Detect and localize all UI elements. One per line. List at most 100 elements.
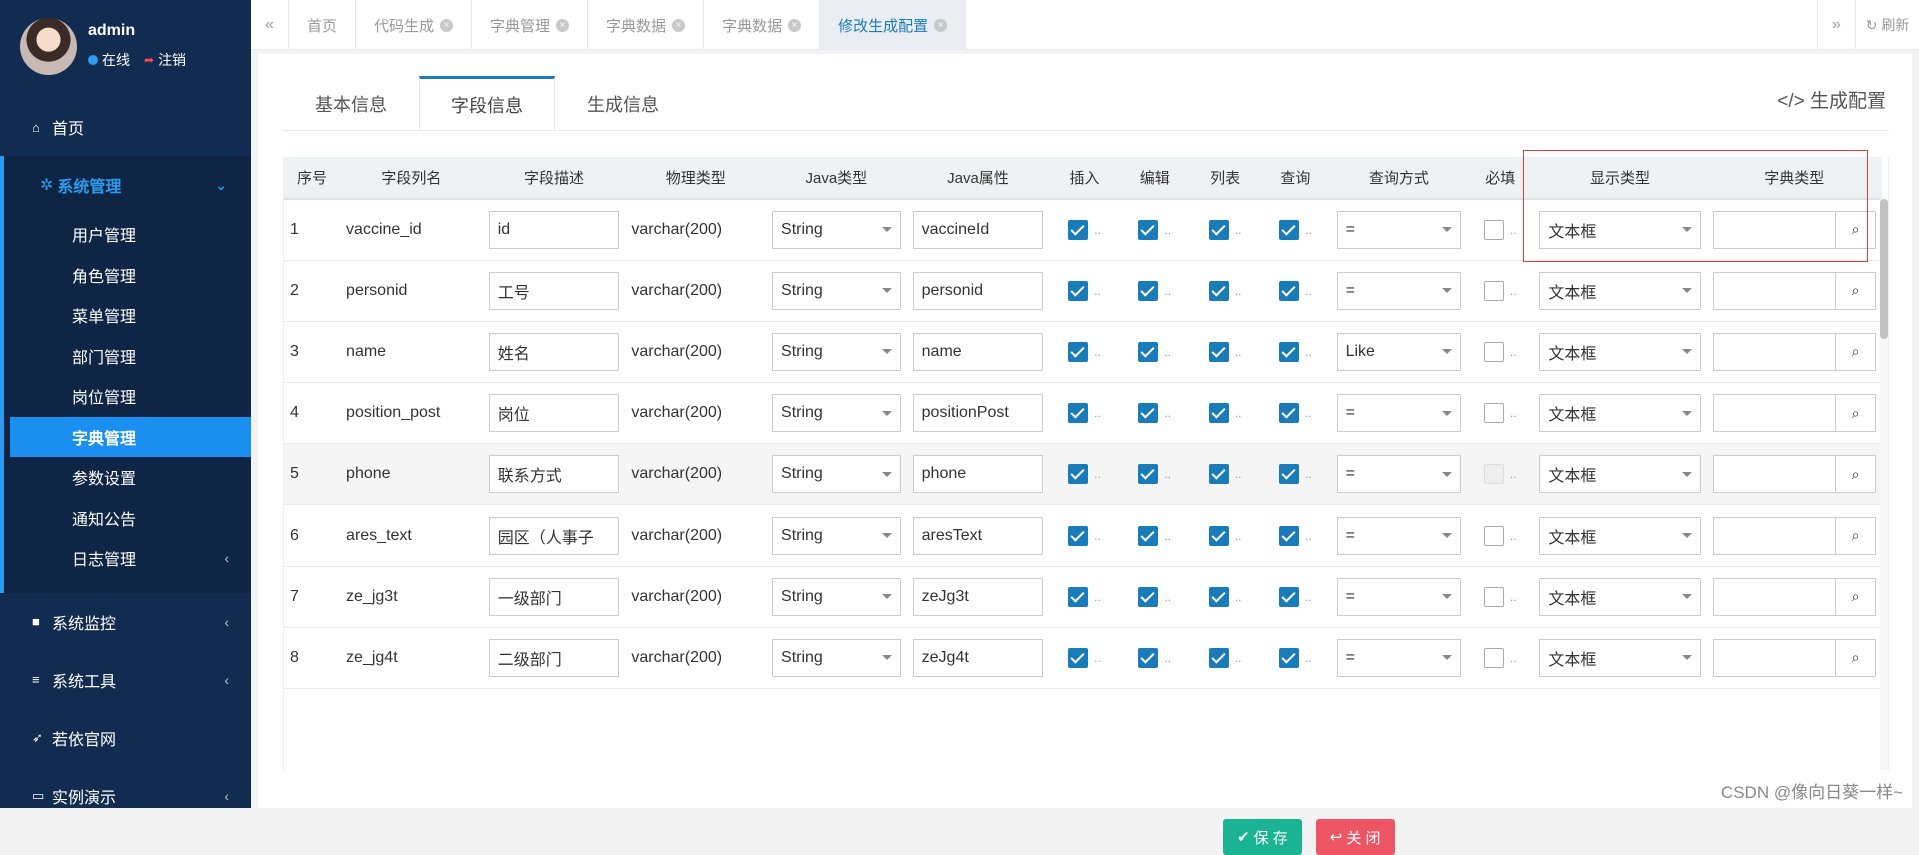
- checkbox[interactable]: [1138, 586, 1159, 607]
- field-desc-input[interactable]: 姓名: [488, 332, 620, 371]
- checkbox[interactable]: [1138, 280, 1159, 301]
- checkbox[interactable]: [1279, 525, 1300, 546]
- close-icon[interactable]: ×: [934, 18, 948, 32]
- tabs-backward-icon[interactable]: «: [251, 0, 289, 50]
- java-attr-input[interactable]: aresText: [912, 516, 1044, 555]
- sidebar-item-user[interactable]: 用户管理: [4, 214, 251, 255]
- query-type-select[interactable]: =: [1336, 577, 1462, 616]
- checkbox[interactable]: [1208, 341, 1229, 362]
- table-scroll-thumb[interactable]: [1880, 199, 1888, 339]
- checkbox[interactable]: [1068, 525, 1089, 546]
- checkbox[interactable]: [1483, 464, 1504, 485]
- nav-home[interactable]: ⌂ 首页: [0, 98, 251, 156]
- checkbox[interactable]: [1208, 280, 1229, 301]
- dict-type-input[interactable]: [1712, 455, 1836, 494]
- checkbox[interactable]: [1138, 647, 1159, 668]
- sidebar-item-log[interactable]: 日志管理 ‹: [4, 538, 251, 579]
- checkbox[interactable]: [1068, 341, 1089, 362]
- sidebar-item-notice[interactable]: 通知公告: [4, 498, 251, 539]
- java-type-select[interactable]: String: [772, 332, 901, 371]
- field-desc-input[interactable]: 二级部门: [488, 638, 620, 677]
- checkbox[interactable]: [1483, 280, 1504, 301]
- sidebar-item-post[interactable]: 岗位管理: [4, 376, 251, 417]
- search-icon[interactable]: ⌕: [1836, 577, 1876, 616]
- logout-link[interactable]: 注销: [158, 50, 186, 70]
- tab-basic-info[interactable]: 基本信息: [283, 76, 419, 131]
- logout-icon[interactable]: ➦: [144, 53, 154, 67]
- java-type-select[interactable]: String: [772, 210, 901, 249]
- checkbox[interactable]: [1279, 464, 1300, 485]
- sidebar-item-config[interactable]: 参数设置: [4, 457, 251, 498]
- dict-type-input[interactable]: [1712, 638, 1836, 677]
- checkbox[interactable]: [1483, 647, 1504, 668]
- field-desc-input[interactable]: 工号: [488, 271, 620, 310]
- query-type-select[interactable]: =: [1336, 210, 1462, 249]
- page-tab-home[interactable]: 首页: [289, 0, 357, 50]
- display-type-select[interactable]: 文本框: [1539, 332, 1701, 371]
- display-type-select[interactable]: 文本框: [1539, 516, 1701, 555]
- field-desc-input[interactable]: 一级部门: [488, 577, 620, 616]
- checkbox[interactable]: [1068, 219, 1089, 240]
- query-type-select[interactable]: =: [1336, 394, 1462, 433]
- java-type-select[interactable]: String: [772, 638, 901, 677]
- checkbox[interactable]: [1279, 403, 1300, 424]
- page-tab-gen[interactable]: 代码生成 ×: [356, 0, 473, 50]
- nav-system[interactable]: ✲ 系统管理 ⌄: [4, 156, 251, 214]
- checkbox[interactable]: [1279, 341, 1300, 362]
- checkbox[interactable]: [1208, 219, 1229, 240]
- java-type-select[interactable]: String: [772, 271, 901, 310]
- nav-site[interactable]: ➶ 若依官网: [0, 709, 251, 767]
- dict-type-input[interactable]: [1712, 516, 1836, 555]
- page-tab-dictdata-2[interactable]: 字典数据 ×: [704, 0, 821, 50]
- nav-demo[interactable]: ▭ 实例演示 ‹: [0, 767, 251, 825]
- java-attr-input[interactable]: zeJg3t: [912, 577, 1044, 616]
- nav-monitor[interactable]: ■ 系统监控 ‹: [0, 593, 251, 651]
- checkbox[interactable]: [1483, 403, 1504, 424]
- checkbox[interactable]: [1138, 464, 1159, 485]
- sidebar-item-role[interactable]: 角色管理: [4, 255, 251, 296]
- checkbox[interactable]: [1208, 586, 1229, 607]
- close-icon[interactable]: ×: [556, 18, 570, 32]
- checkbox[interactable]: [1068, 647, 1089, 668]
- search-icon[interactable]: ⌕: [1836, 210, 1876, 249]
- close-icon[interactable]: ×: [672, 18, 686, 32]
- checkbox[interactable]: [1279, 219, 1300, 240]
- checkbox[interactable]: [1208, 464, 1229, 485]
- field-desc-input[interactable]: 岗位: [488, 394, 620, 433]
- java-type-select[interactable]: String: [772, 455, 901, 494]
- nav-tools[interactable]: ≡ 系统工具 ‹: [0, 651, 251, 709]
- checkbox[interactable]: [1279, 280, 1300, 301]
- java-attr-input[interactable]: name: [912, 332, 1044, 371]
- checkbox[interactable]: [1483, 219, 1504, 240]
- page-tab-dict[interactable]: 字典管理 ×: [472, 0, 589, 50]
- search-icon[interactable]: ⌕: [1836, 271, 1876, 310]
- tabs-forward-icon[interactable]: »: [1817, 0, 1855, 50]
- java-type-select[interactable]: String: [772, 516, 901, 555]
- display-type-select[interactable]: 文本框: [1539, 394, 1701, 433]
- generate-config-button[interactable]: </> 生成配置: [1777, 86, 1886, 113]
- checkbox[interactable]: [1068, 586, 1089, 607]
- checkbox[interactable]: [1138, 525, 1159, 546]
- dict-type-input[interactable]: [1712, 332, 1836, 371]
- checkbox[interactable]: [1068, 280, 1089, 301]
- page-tab-edit-gen[interactable]: 修改生成配置 ×: [820, 0, 967, 50]
- checkbox[interactable]: [1483, 341, 1504, 362]
- tab-gen-info[interactable]: 生成信息: [555, 76, 691, 131]
- page-tab-dictdata-1[interactable]: 字典数据 ×: [588, 0, 705, 50]
- java-type-select[interactable]: String: [772, 577, 901, 616]
- search-icon[interactable]: ⌕: [1836, 394, 1876, 433]
- display-type-select[interactable]: 文本框: [1539, 577, 1701, 616]
- search-icon[interactable]: ⌕: [1836, 638, 1876, 677]
- checkbox[interactable]: [1279, 586, 1300, 607]
- checkbox[interactable]: [1138, 341, 1159, 362]
- display-type-select[interactable]: 文本框: [1539, 271, 1701, 310]
- java-attr-input[interactable]: phone: [912, 455, 1044, 494]
- save-button[interactable]: ✔ 保 存: [1223, 819, 1302, 855]
- refresh-button[interactable]: ↻ 刷新: [1855, 0, 1919, 50]
- java-attr-input[interactable]: zeJg4t: [912, 638, 1044, 677]
- checkbox[interactable]: [1208, 525, 1229, 546]
- display-type-select[interactable]: 文本框: [1539, 210, 1701, 249]
- query-type-select[interactable]: =: [1336, 455, 1462, 494]
- sidebar-item-dept[interactable]: 部门管理: [4, 336, 251, 377]
- java-attr-input[interactable]: positionPost: [912, 394, 1044, 433]
